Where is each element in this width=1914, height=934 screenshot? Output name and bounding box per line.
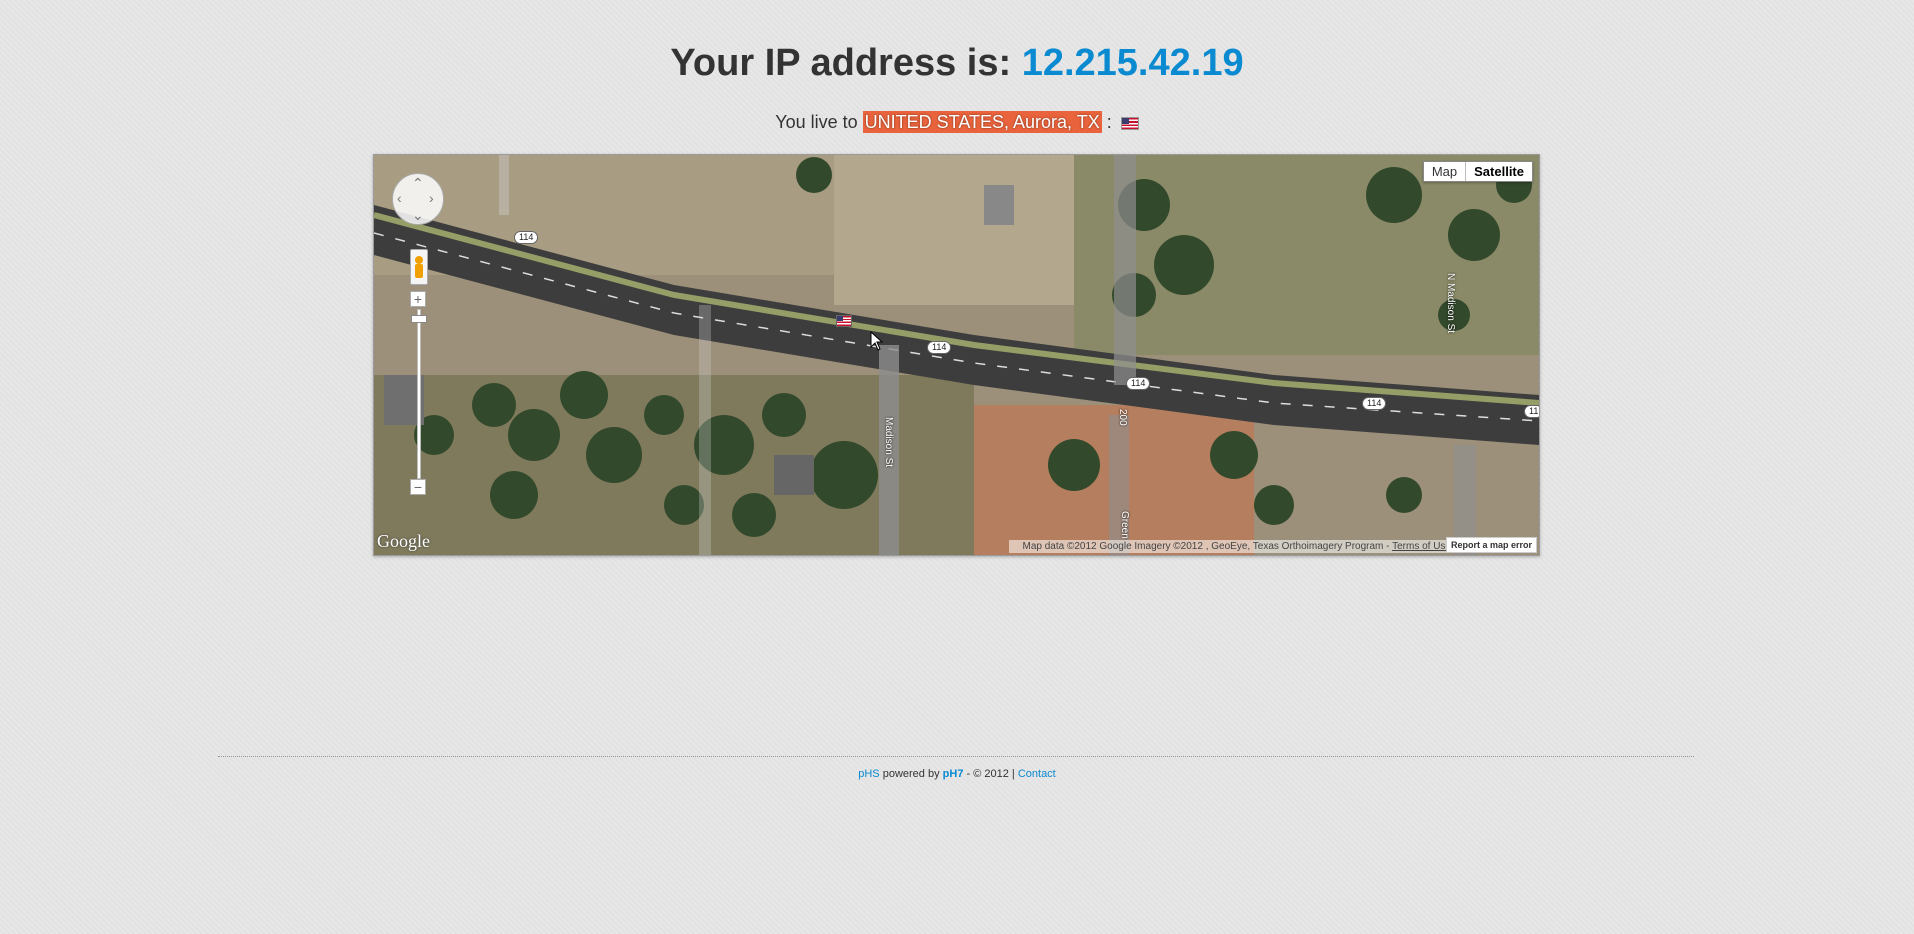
satellite-imagery bbox=[374, 155, 1539, 555]
pan-down-icon[interactable]: ⌄ bbox=[412, 208, 424, 222]
street-label: Madison St bbox=[883, 417, 894, 468]
phs-link[interactable]: pHS bbox=[858, 768, 879, 780]
mouse-cursor-icon bbox=[870, 331, 884, 351]
road-label: 11 bbox=[1524, 405, 1539, 418]
road-label: 114 bbox=[514, 231, 539, 244]
street-label: 200 bbox=[1117, 409, 1128, 426]
location-marker-flag-icon[interactable] bbox=[836, 315, 852, 327]
location-prefix: You live to bbox=[775, 112, 858, 132]
street-view-pegman-icon[interactable] bbox=[410, 249, 428, 285]
google-logo[interactable]: Google bbox=[377, 531, 430, 552]
zoom-slider[interactable] bbox=[417, 309, 421, 479]
title-prefix: Your IP address is: bbox=[670, 42, 1012, 84]
location-line: You live to UNITED STATES, Aurora, TX : bbox=[0, 111, 1914, 133]
terms-of-use-link[interactable]: Terms of Use bbox=[1392, 541, 1451, 552]
zoom-slider-thumb[interactable] bbox=[411, 315, 427, 323]
road-label: 114 bbox=[1362, 397, 1387, 410]
report-map-error-link[interactable]: Report a map error bbox=[1445, 537, 1537, 553]
pan-up-icon[interactable]: ⌃ bbox=[412, 176, 424, 190]
contact-link[interactable]: Contact bbox=[1018, 768, 1056, 780]
powered-by-text: powered by bbox=[882, 768, 940, 780]
street-label: N Madison St bbox=[1445, 273, 1456, 334]
map-type-satellite-button[interactable]: Satellite bbox=[1465, 162, 1532, 181]
attribution-text: Map data ©2012 Google Imagery ©2012 , Ge… bbox=[1022, 541, 1390, 552]
zoom-in-button[interactable]: + bbox=[410, 291, 426, 307]
location-separator: : bbox=[1106, 112, 1112, 132]
pan-left-icon[interactable]: ‹ bbox=[397, 191, 402, 205]
zoom-out-button[interactable]: − bbox=[410, 479, 426, 495]
street-label: Green bbox=[1119, 511, 1130, 539]
map-attribution: Map data ©2012 Google Imagery ©2012 , Ge… bbox=[1008, 540, 1455, 553]
pan-control[interactable]: ⌃ ⌄ ‹ › bbox=[392, 173, 444, 225]
map-type-control: Map Satellite bbox=[1422, 161, 1533, 182]
road-label: 114 bbox=[1126, 377, 1151, 390]
us-flag-icon bbox=[1120, 116, 1139, 130]
ip-address: 12.215.42.19 bbox=[1021, 42, 1244, 84]
map-type-map-button[interactable]: Map bbox=[1424, 162, 1465, 181]
road-label: 114 bbox=[927, 341, 952, 354]
footer-divider bbox=[218, 756, 1694, 757]
location-place: UNITED STATES, Aurora, TX bbox=[862, 111, 1102, 133]
pan-right-icon[interactable]: › bbox=[429, 191, 434, 205]
ph7-link[interactable]: pH7 bbox=[943, 768, 964, 780]
page-title: Your IP address is: 12.215.42.19 bbox=[0, 42, 1914, 85]
satellite-map[interactable]: 114 114 114 114 11 N Madison St Madison … bbox=[373, 154, 1540, 556]
footer: pHS powered by pH7 - © 2012 | Contact bbox=[0, 768, 1914, 780]
copyright-text: - © 2012 | bbox=[966, 768, 1015, 780]
